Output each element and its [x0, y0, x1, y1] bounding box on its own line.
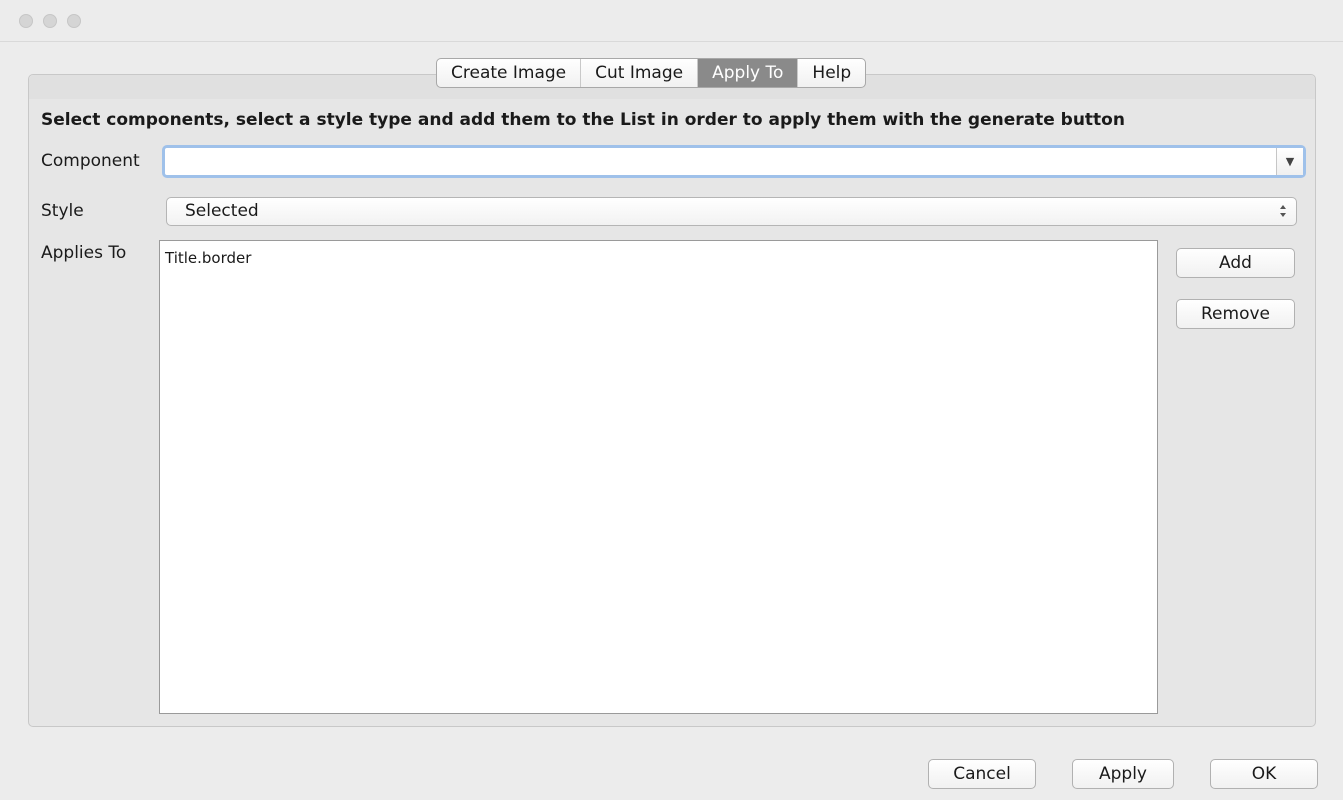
tab-bar: Create Image Cut Image Apply To Help [436, 58, 867, 88]
remove-button[interactable]: Remove [1176, 299, 1295, 329]
updown-arrows-icon [1280, 205, 1286, 217]
applies-to-label: Applies To [41, 243, 127, 263]
cancel-button[interactable]: Cancel [928, 759, 1036, 789]
tab-help[interactable]: Help [798, 59, 865, 87]
minimize-window-button[interactable] [43, 14, 57, 28]
component-input[interactable] [165, 148, 1273, 175]
add-button[interactable]: Add [1176, 248, 1295, 278]
style-select[interactable]: Selected [166, 197, 1297, 226]
apply-button[interactable]: Apply [1072, 759, 1174, 789]
tab-apply-to[interactable]: Apply To [698, 59, 799, 87]
triangle-down-icon[interactable]: ▼ [1276, 148, 1303, 175]
tab-create-image[interactable]: Create Image [437, 59, 582, 87]
applies-to-list[interactable]: Title.border [159, 240, 1158, 714]
close-window-button[interactable] [19, 14, 33, 28]
zoom-window-button[interactable] [67, 14, 81, 28]
tab-cut-image[interactable]: Cut Image [581, 59, 699, 87]
instruction-text: Select components, select a style type a… [41, 110, 1125, 130]
title-bar [0, 0, 1343, 42]
ok-button[interactable]: OK [1210, 759, 1318, 789]
component-label: Component [41, 151, 140, 171]
style-label: Style [41, 201, 84, 221]
dialog-window: Create Image Cut Image Apply To Help Sel… [0, 0, 1343, 800]
component-combobox[interactable]: ▼ [162, 145, 1306, 178]
list-item[interactable]: Title.border [165, 249, 251, 267]
style-selected-value: Selected [185, 201, 259, 221]
